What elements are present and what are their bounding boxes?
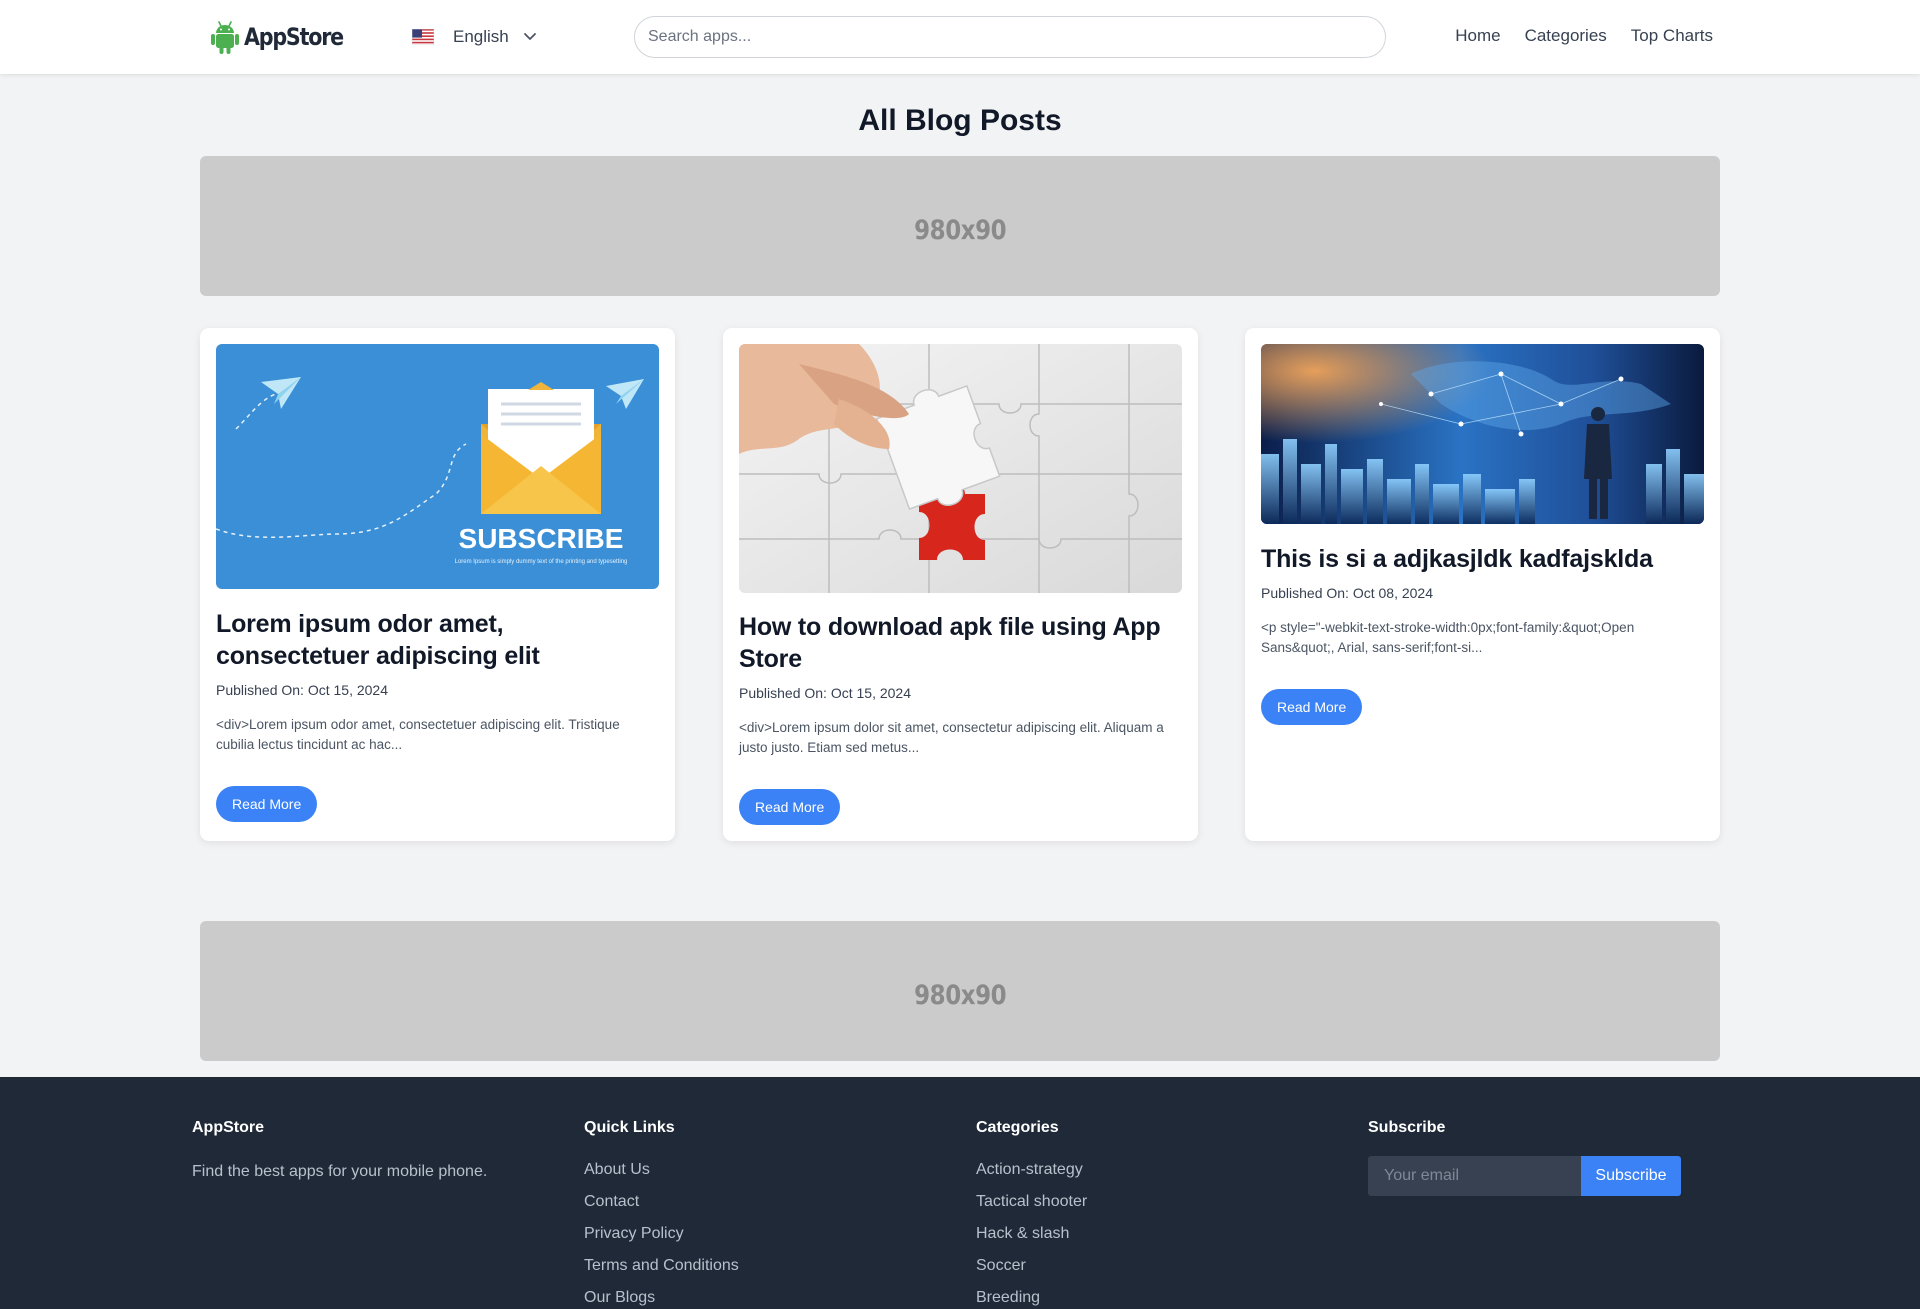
site-header: AppStore English Home Categories Top Cha… — [0, 0, 1920, 74]
footer-category-tactical-shooter[interactable]: Tactical shooter — [976, 1193, 1087, 1210]
footer-link-about-us[interactable]: About Us — [584, 1161, 650, 1178]
post-date: Published On: Oct 15, 2024 — [739, 685, 911, 701]
ad-size-label: 980x90 — [913, 214, 1007, 246]
footer-category-soccer[interactable]: Soccer — [976, 1257, 1026, 1274]
footer-link-privacy-policy[interactable]: Privacy Policy — [584, 1225, 684, 1242]
footer-about-text: Find the best apps for your mobile phone… — [192, 1163, 488, 1180]
footer-quick-links: Quick Links About Us Contact Privacy Pol… — [584, 1119, 739, 1309]
subscribe-image-subtext: Lorem Ipsum is simply dummy text of the … — [455, 559, 628, 565]
card-body: This is si a adjkasjldk kadfajsklda Publ… — [1261, 543, 1704, 725]
footer-category-hack-slash[interactable]: Hack & slash — [976, 1225, 1069, 1242]
post-thumbnail-puzzle[interactable] — [739, 344, 1182, 593]
search-input[interactable] — [634, 16, 1386, 58]
post-title[interactable]: Lorem ipsum odor amet, consectetuer adip… — [216, 608, 659, 672]
ad-banner-bottom[interactable]: 980x90 — [200, 921, 1720, 1061]
read-more-button[interactable]: Read More — [1261, 689, 1363, 725]
post-date: Published On: Oct 15, 2024 — [216, 682, 388, 698]
us-flag-icon — [412, 29, 434, 45]
footer-category-breeding[interactable]: Breeding — [976, 1289, 1040, 1306]
main-nav: Home Categories Top Charts — [1455, 26, 1713, 46]
android-robot-icon — [211, 21, 239, 54]
post-title[interactable]: This is si a adjkasjldk kadfajsklda — [1261, 543, 1704, 575]
footer-link-our-blogs[interactable]: Our Blogs — [584, 1289, 655, 1306]
subscribe-image-heading: SUBSCRIBE — [459, 523, 624, 554]
language-label: English — [453, 27, 509, 46]
footer-subscribe-heading: Subscribe — [1368, 1119, 1446, 1136]
footer-category-action-strategy[interactable]: Action-strategy — [976, 1161, 1083, 1178]
footer-quick-links-heading: Quick Links — [584, 1119, 675, 1136]
footer-link-terms[interactable]: Terms and Conditions — [584, 1257, 739, 1274]
ad-banner-top[interactable]: 980x90 — [200, 156, 1720, 296]
post-excerpt: <div>Lorem ipsum dolor sit amet, consect… — [739, 720, 1164, 755]
post-date: Published On: Oct 08, 2024 — [1261, 585, 1433, 601]
post-thumbnail-world-network[interactable] — [1261, 344, 1704, 524]
quick-links-list: About Us Contact Privacy Policy Terms an… — [584, 1154, 739, 1309]
read-more-button[interactable]: Read More — [739, 789, 841, 825]
footer-about: AppStore Find the best apps for your mob… — [192, 1119, 487, 1181]
nav-home[interactable]: Home — [1455, 26, 1500, 46]
subscribe-form: Subscribe — [1368, 1156, 1681, 1196]
blog-card: This is si a adjkasjldk kadfajsklda Publ… — [1245, 328, 1720, 841]
footer-subscribe: Subscribe Subscribe — [1368, 1119, 1681, 1196]
footer-categories: Categories Action-strategy Tactical shoo… — [976, 1119, 1087, 1309]
logo-link[interactable]: AppStore — [210, 16, 359, 58]
blog-card: SUBSCRIBE Lorem Ipsum is simply dummy te… — [200, 328, 675, 841]
post-thumbnail-subscribe[interactable]: SUBSCRIBE Lorem Ipsum is simply dummy te… — [216, 344, 659, 589]
categories-list: Action-strategy Tactical shooter Hack & … — [976, 1154, 1087, 1309]
page-title: All Blog Posts — [858, 104, 1062, 137]
nav-categories[interactable]: Categories — [1525, 26, 1607, 46]
blog-card: How to download apk file using App Store… — [723, 328, 1198, 841]
chevron-down-icon — [523, 33, 536, 40]
post-excerpt: <div>Lorem ipsum odor amet, consectetuer… — [216, 717, 620, 752]
ad-size-label: 980x90 — [913, 979, 1007, 1011]
site-footer: AppStore Find the best apps for your mob… — [0, 1077, 1920, 1309]
post-excerpt: <p style="-webkit-text-stroke-width:0px;… — [1261, 620, 1635, 655]
read-more-button[interactable]: Read More — [216, 786, 318, 822]
card-body: Lorem ipsum odor amet, consectetuer adip… — [216, 608, 659, 822]
email-field[interactable] — [1368, 1156, 1581, 1196]
footer-about-heading: AppStore — [192, 1119, 264, 1136]
nav-top-charts[interactable]: Top Charts — [1631, 26, 1713, 46]
card-body: How to download apk file using App Store… — [739, 611, 1182, 825]
post-title[interactable]: How to download apk file using App Store — [739, 611, 1182, 675]
footer-categories-heading: Categories — [976, 1119, 1059, 1136]
language-selector[interactable]: English — [412, 22, 537, 52]
logo-text: AppStore — [244, 23, 344, 51]
footer-link-contact[interactable]: Contact — [584, 1193, 639, 1210]
subscribe-button[interactable]: Subscribe — [1581, 1156, 1681, 1196]
